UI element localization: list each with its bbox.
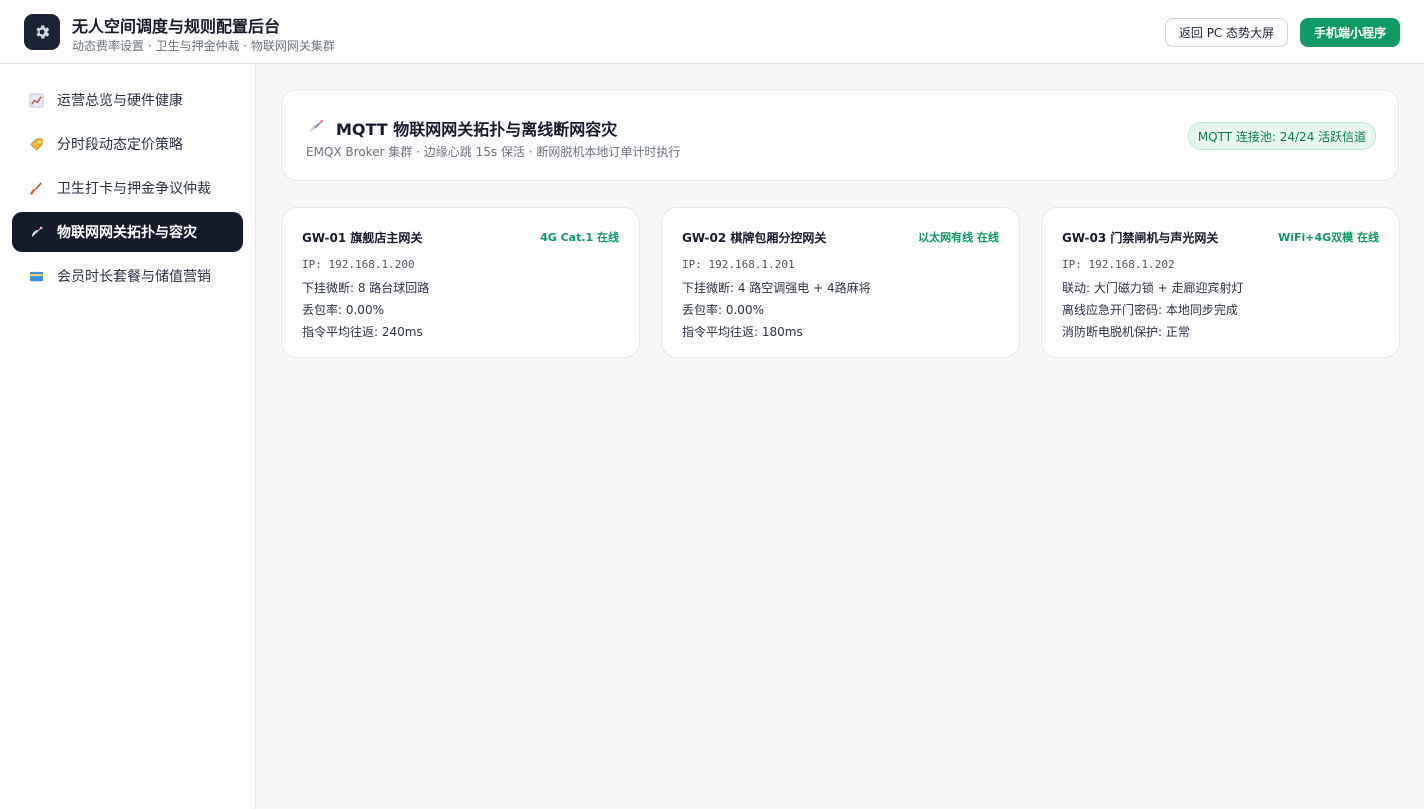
section-subtitle: EMQX Broker 集群 · 边缘心跳 15s 保活 · 断网脱机本地订单计… xyxy=(306,145,681,159)
gateway-ip: IP: 192.168.1.201 xyxy=(682,258,795,271)
gateway-ip: IP: 192.168.1.202 xyxy=(1062,258,1175,271)
sidebar-item-label: 卫生打卡与押金争议仲裁 xyxy=(57,181,211,197)
sidebar-item-label: 运营总览与硬件健康 xyxy=(57,93,183,109)
gateway-detail: 离线应急开门密码: 本地同步完成 xyxy=(1062,303,1238,317)
gateway-status-badge: 4G Cat.1 在线 xyxy=(540,231,619,244)
card-icon xyxy=(28,268,44,284)
section-title: MQTT 物联网网关拓扑与离线断网容灾 xyxy=(336,120,618,139)
sidebar-item-label: 会员时长套餐与储值营销 xyxy=(57,269,211,285)
mobile-miniprogram-button[interactable]: 手机端小程序 xyxy=(1300,18,1400,47)
gateway-name: GW-01 旗舰店主网关 xyxy=(302,231,423,245)
sidebar: 运营总览与硬件健康 分时段动态定价策略 卫生打卡与押金争议仲裁 物联网网关拓扑与… xyxy=(0,64,256,809)
top-header: 无人空间调度与规则配置后台 动态费率设置 · 卫生与押金仲裁 · 物联网网关集群… xyxy=(0,0,1424,64)
app-title: 无人空间调度与规则配置后台 xyxy=(72,17,281,36)
gateway-status-badge: WiFi+4G双模 在线 xyxy=(1278,231,1379,244)
gateway-ip: IP: 192.168.1.200 xyxy=(302,258,415,271)
gateway-card: GW-02 棋牌包厢分控网关 以太网有线 在线 IP: 192.168.1.20… xyxy=(661,207,1020,358)
sidebar-item-pricing[interactable]: 分时段动态定价策略 xyxy=(12,124,243,164)
sidebar-item-membership[interactable]: 会员时长套餐与储值营销 xyxy=(12,256,243,296)
gateway-detail: 指令平均往返: 240ms xyxy=(302,325,423,339)
gateway-name: GW-02 棋牌包厢分控网关 xyxy=(682,231,827,245)
app-subtitle: 动态费率设置 · 卫生与押金仲裁 · 物联网网关集群 xyxy=(72,39,335,53)
gateway-detail: 下挂微断: 4 路空调强电 + 4路麻将 xyxy=(682,281,871,295)
back-to-dashboard-button[interactable]: 返回 PC 态势大屏 xyxy=(1165,18,1288,47)
tag-icon xyxy=(28,136,44,152)
gateway-detail: 丢包率: 0.00% xyxy=(302,303,384,317)
gateway-name: GW-03 门禁闸机与声光网关 xyxy=(1062,231,1219,245)
sidebar-item-label: 分时段动态定价策略 xyxy=(57,137,183,153)
satellite-icon xyxy=(28,224,44,240)
sidebar-item-label: 物联网网关拓扑与容灾 xyxy=(57,225,197,241)
gateway-card: GW-03 门禁闸机与声光网关 WiFi+4G双模 在线 IP: 192.168… xyxy=(1041,207,1400,358)
gateway-card: GW-01 旗舰店主网关 4G Cat.1 在线 IP: 192.168.1.2… xyxy=(281,207,640,358)
gateway-detail: 丢包率: 0.00% xyxy=(682,303,764,317)
chart-icon xyxy=(28,92,44,108)
gateway-detail: 消防断电脱机保护: 正常 xyxy=(1062,325,1190,339)
sidebar-item-hygiene[interactable]: 卫生打卡与押金争议仲裁 xyxy=(12,168,243,208)
satellite-icon xyxy=(307,118,325,136)
gateway-detail: 联动: 大门磁力锁 + 走廊迎宾射灯 xyxy=(1062,281,1244,295)
broom-icon xyxy=(28,180,44,196)
section-header-card: MQTT 物联网网关拓扑与离线断网容灾 EMQX Broker 集群 · 边缘心… xyxy=(281,89,1399,181)
gear-icon xyxy=(36,25,50,39)
sidebar-item-iot-gateway[interactable]: 物联网网关拓扑与容灾 xyxy=(12,212,243,252)
gateway-status-badge: 以太网有线 在线 xyxy=(918,231,999,244)
gateway-detail: 下挂微断: 8 路台球回路 xyxy=(302,281,430,295)
app-logo xyxy=(24,14,60,50)
mqtt-pool-status-badge: MQTT 连接池: 24/24 活跃信道 xyxy=(1188,122,1376,150)
gateway-detail: 指令平均往返: 180ms xyxy=(682,325,803,339)
sidebar-item-overview[interactable]: 运营总览与硬件健康 xyxy=(12,80,243,120)
